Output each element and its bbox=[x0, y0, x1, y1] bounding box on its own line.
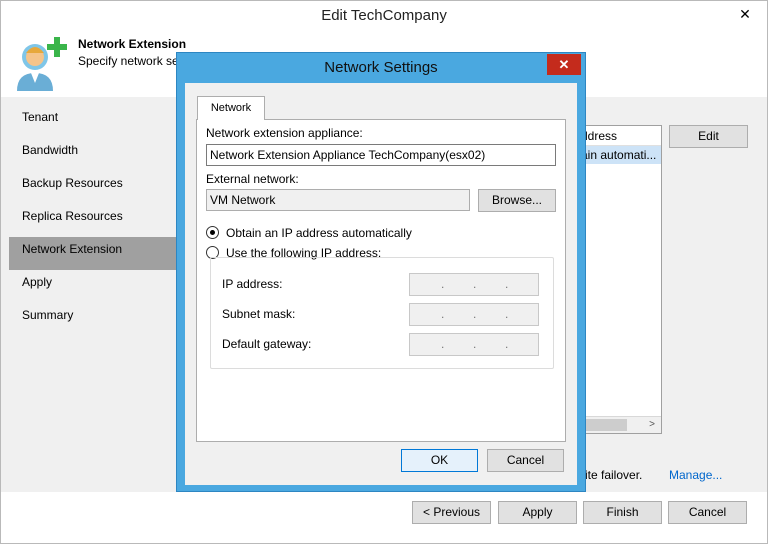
dialog-body: Network Network extension appliance: Net… bbox=[185, 83, 577, 485]
tab-network[interactable]: Network bbox=[197, 96, 265, 120]
ip-address-label: IP address: bbox=[222, 277, 283, 291]
window-title: Edit TechCompany bbox=[1, 1, 767, 31]
subnet-mask-label: Subnet mask: bbox=[222, 307, 296, 321]
nav-item-summary[interactable]: Summary bbox=[9, 303, 177, 336]
subnet-mask-field: ... bbox=[409, 303, 539, 326]
appliance-label: Network extension appliance: bbox=[206, 126, 363, 140]
network-settings-dialog: Network Settings ✕ Network Network exten… bbox=[176, 52, 586, 492]
nav-item-network-extension[interactable]: Network Extension bbox=[9, 237, 177, 270]
radio-obtain-auto-label[interactable]: Obtain an IP address automatically bbox=[226, 226, 412, 240]
default-gateway-label: Default gateway: bbox=[222, 337, 312, 351]
nav-item-apply[interactable]: Apply bbox=[9, 270, 177, 303]
static-ip-group: IP address: ... Subnet mask: ... Default… bbox=[210, 257, 554, 369]
header-subtitle: Specify network se bbox=[78, 54, 179, 68]
nav-item-replica-resources[interactable]: Replica Resources bbox=[9, 204, 177, 237]
nav-item-tenant[interactable]: Tenant bbox=[9, 105, 177, 138]
wizard-nav: Tenant Bandwidth Backup Resources Replic… bbox=[9, 105, 177, 336]
appliance-field[interactable]: Network Extension Appliance TechCompany(… bbox=[206, 144, 556, 166]
manage-link[interactable]: Manage... bbox=[669, 468, 722, 482]
network-tab-panel: Network extension appliance: Network Ext… bbox=[196, 119, 566, 442]
cancel-button[interactable]: Cancel bbox=[668, 501, 747, 524]
external-network-label: External network: bbox=[206, 172, 299, 186]
dialog-title: Network Settings bbox=[324, 59, 438, 76]
user-add-icon bbox=[17, 37, 67, 91]
failover-text: site failover. bbox=[579, 468, 643, 482]
nav-item-backup-resources[interactable]: Backup Resources bbox=[9, 171, 177, 204]
ip-address-field: ... bbox=[409, 273, 539, 296]
nav-item-bandwidth[interactable]: Bandwidth bbox=[9, 138, 177, 171]
default-gateway-field: ... bbox=[409, 333, 539, 356]
finish-button[interactable]: Finish bbox=[583, 501, 662, 524]
header-title: Network Extension bbox=[78, 37, 187, 51]
browse-button[interactable]: Browse... bbox=[478, 189, 556, 212]
close-icon[interactable]: ✕ bbox=[729, 3, 761, 25]
external-network-field: VM Network bbox=[206, 189, 470, 211]
apply-button[interactable]: Apply bbox=[498, 501, 577, 524]
radio-obtain-auto[interactable] bbox=[206, 226, 219, 239]
dialog-cancel-button[interactable]: Cancel bbox=[487, 449, 564, 472]
ok-button[interactable]: OK bbox=[401, 449, 478, 472]
scroll-right-icon[interactable]: > bbox=[645, 417, 659, 433]
wizard-footer: < Previous Apply Finish Cancel bbox=[1, 492, 767, 543]
close-icon[interactable]: ✕ bbox=[547, 54, 581, 75]
previous-button[interactable]: < Previous bbox=[412, 501, 491, 524]
edit-button[interactable]: Edit bbox=[669, 125, 748, 148]
